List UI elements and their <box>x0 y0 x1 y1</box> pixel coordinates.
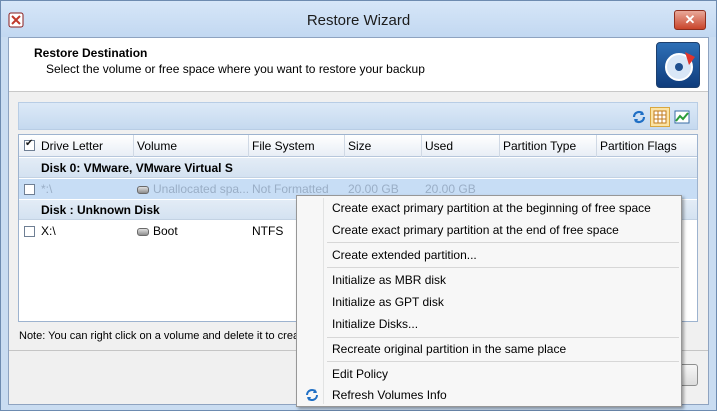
column-partition-type[interactable]: Partition Type <box>503 139 576 153</box>
menu-item-refresh-volumes[interactable]: Refresh Volumes Info <box>299 385 679 406</box>
wizard-header: Restore Destination Select the volume or… <box>9 38 708 92</box>
file-system-cell: Not Formatted <box>252 182 329 196</box>
menu-separator <box>327 337 679 338</box>
column-drive-letter[interactable]: Drive Letter <box>41 139 103 153</box>
chart-view-button[interactable] <box>672 107 692 127</box>
context-menu: Create exact primary partition at the be… <box>296 195 682 407</box>
volume-cell: Boot <box>137 224 178 238</box>
menu-separator <box>327 242 679 243</box>
drive-letter-cell: X:\ <box>41 224 56 238</box>
disk-group-label: Disk 0: VMware, VMware Virtual S <box>41 161 233 175</box>
column-file-system[interactable]: File System <box>252 139 315 153</box>
menu-separator <box>327 267 679 268</box>
file-system-cell: NTFS <box>252 224 284 238</box>
menu-item-init-disks[interactable]: Initialize Disks... <box>299 314 679 335</box>
size-cell: 20.00 GB <box>348 182 399 196</box>
menu-item-recreate-partition[interactable]: Recreate original partition in the same … <box>299 339 679 360</box>
menu-item-extended-partition[interactable]: Create extended partition... <box>299 245 679 266</box>
close-button[interactable]: ✕ <box>674 10 706 30</box>
disk-group-label: Disk : Unknown Disk <box>41 203 160 217</box>
disk-icon <box>137 185 149 194</box>
volume-name: Unallocated spa... <box>153 182 250 196</box>
refresh-icon <box>306 389 318 401</box>
chart-view-icon <box>674 110 690 124</box>
drive-letter-cell: *:\ <box>41 182 53 196</box>
grid-toolbar <box>18 102 698 130</box>
column-used[interactable]: Used <box>425 139 453 153</box>
disk-group-row[interactable]: Disk 0: VMware, VMware Virtual S <box>19 158 697 178</box>
row-checkbox[interactable] <box>24 226 35 237</box>
volume-cell: Unallocated spa... <box>137 182 249 196</box>
select-all-checkbox[interactable] <box>24 138 35 151</box>
menu-item-init-gpt[interactable]: Initialize as GPT disk <box>299 292 679 313</box>
menu-item-edit-policy[interactable]: Edit Policy <box>299 364 679 385</box>
column-partition-flags[interactable]: Partition Flags <box>600 139 677 153</box>
volume-name: Boot <box>153 224 178 238</box>
column-volume[interactable]: Volume <box>137 139 177 153</box>
used-cell: 20.00 GB <box>425 182 476 196</box>
row-checkbox[interactable] <box>24 184 35 195</box>
refresh-icon <box>632 110 646 124</box>
grid-view-icon <box>653 110 667 124</box>
menu-item-primary-beginning[interactable]: Create exact primary partition at the be… <box>299 198 679 219</box>
menu-item-primary-end[interactable]: Create exact primary partition at the en… <box>299 220 679 241</box>
grid-view-button[interactable] <box>650 107 670 127</box>
refresh-button[interactable] <box>629 107 649 127</box>
column-size[interactable]: Size <box>348 139 371 153</box>
disk-icon <box>137 227 149 236</box>
window-title: Restore Wizard <box>306 12 411 29</box>
grid-header: Drive Letter Volume File System Size Use… <box>19 135 697 157</box>
restore-logo-icon <box>656 42 700 88</box>
hint-note: Note: You can right click on a volume an… <box>19 330 303 342</box>
menu-separator <box>327 361 679 362</box>
menu-item-init-mbr[interactable]: Initialize as MBR disk <box>299 270 679 291</box>
page-title: Restore Destination <box>34 46 148 60</box>
page-subtitle: Select the volume or free space where yo… <box>46 62 425 76</box>
title-bar[interactable]: Restore Wizard ✕ <box>1 1 716 37</box>
